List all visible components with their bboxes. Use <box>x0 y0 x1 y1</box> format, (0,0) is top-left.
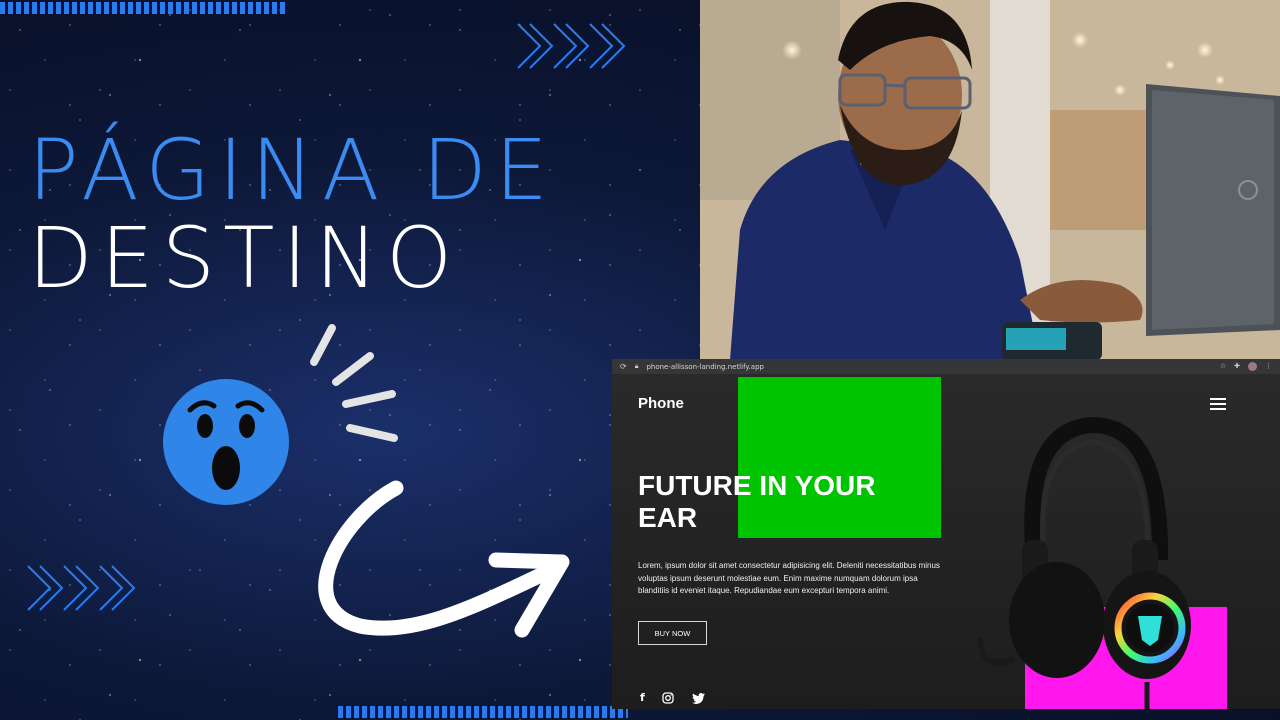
hero-description: Lorem, ipsum dolor sit amet consectetur … <box>638 561 940 595</box>
twitter-icon[interactable] <box>692 693 705 704</box>
facebook-icon[interactable]: f <box>640 691 645 704</box>
lock-icon: 🔒︎ <box>634 362 639 370</box>
hero-title: FUTURE IN YOUR EAR <box>638 470 876 533</box>
surprised-face-icon <box>163 379 289 505</box>
reload-icon[interactable]: ⟳ <box>620 362 627 371</box>
landing-page: Phone FUTURE IN YOUR EAR Lorem, ipsum do… <box>612 374 1280 709</box>
address-bar[interactable]: phone-allisson-landing.netlify.app <box>646 363 764 371</box>
browser-window: ⟳ 🔒︎ phone-allisson-landing.netlify.app … <box>612 359 1280 709</box>
profile-avatar[interactable] <box>1248 362 1257 371</box>
menu-dots-icon[interactable]: ⋮ <box>1265 362 1272 371</box>
top-dash-bar <box>0 2 288 14</box>
banner-title-line-2: DESTINO <box>28 209 461 307</box>
banner-title-line-1: PÁGINA DE <box>28 121 556 219</box>
bottom-dash-bar <box>338 706 628 718</box>
man-with-laptop-photo <box>700 0 1280 360</box>
star-icon[interactable]: ☆ <box>1220 362 1226 371</box>
browser-toolbar: ⟳ 🔒︎ phone-allisson-landing.netlify.app … <box>612 359 1280 374</box>
extensions-icon[interactable]: ✚ <box>1234 362 1240 371</box>
curved-arrow-icon <box>318 480 570 638</box>
headset-icon <box>977 416 1191 709</box>
instagram-icon[interactable] <box>662 692 674 704</box>
emphasis-strokes <box>310 324 398 442</box>
buy-now-button[interactable]: BUY NOW <box>638 621 707 645</box>
hamburger-menu-icon[interactable] <box>1210 398 1226 410</box>
chevrons-right-icon <box>27 565 136 611</box>
site-logo[interactable]: Phone <box>638 395 684 412</box>
chevrons-right-icon <box>517 23 626 69</box>
